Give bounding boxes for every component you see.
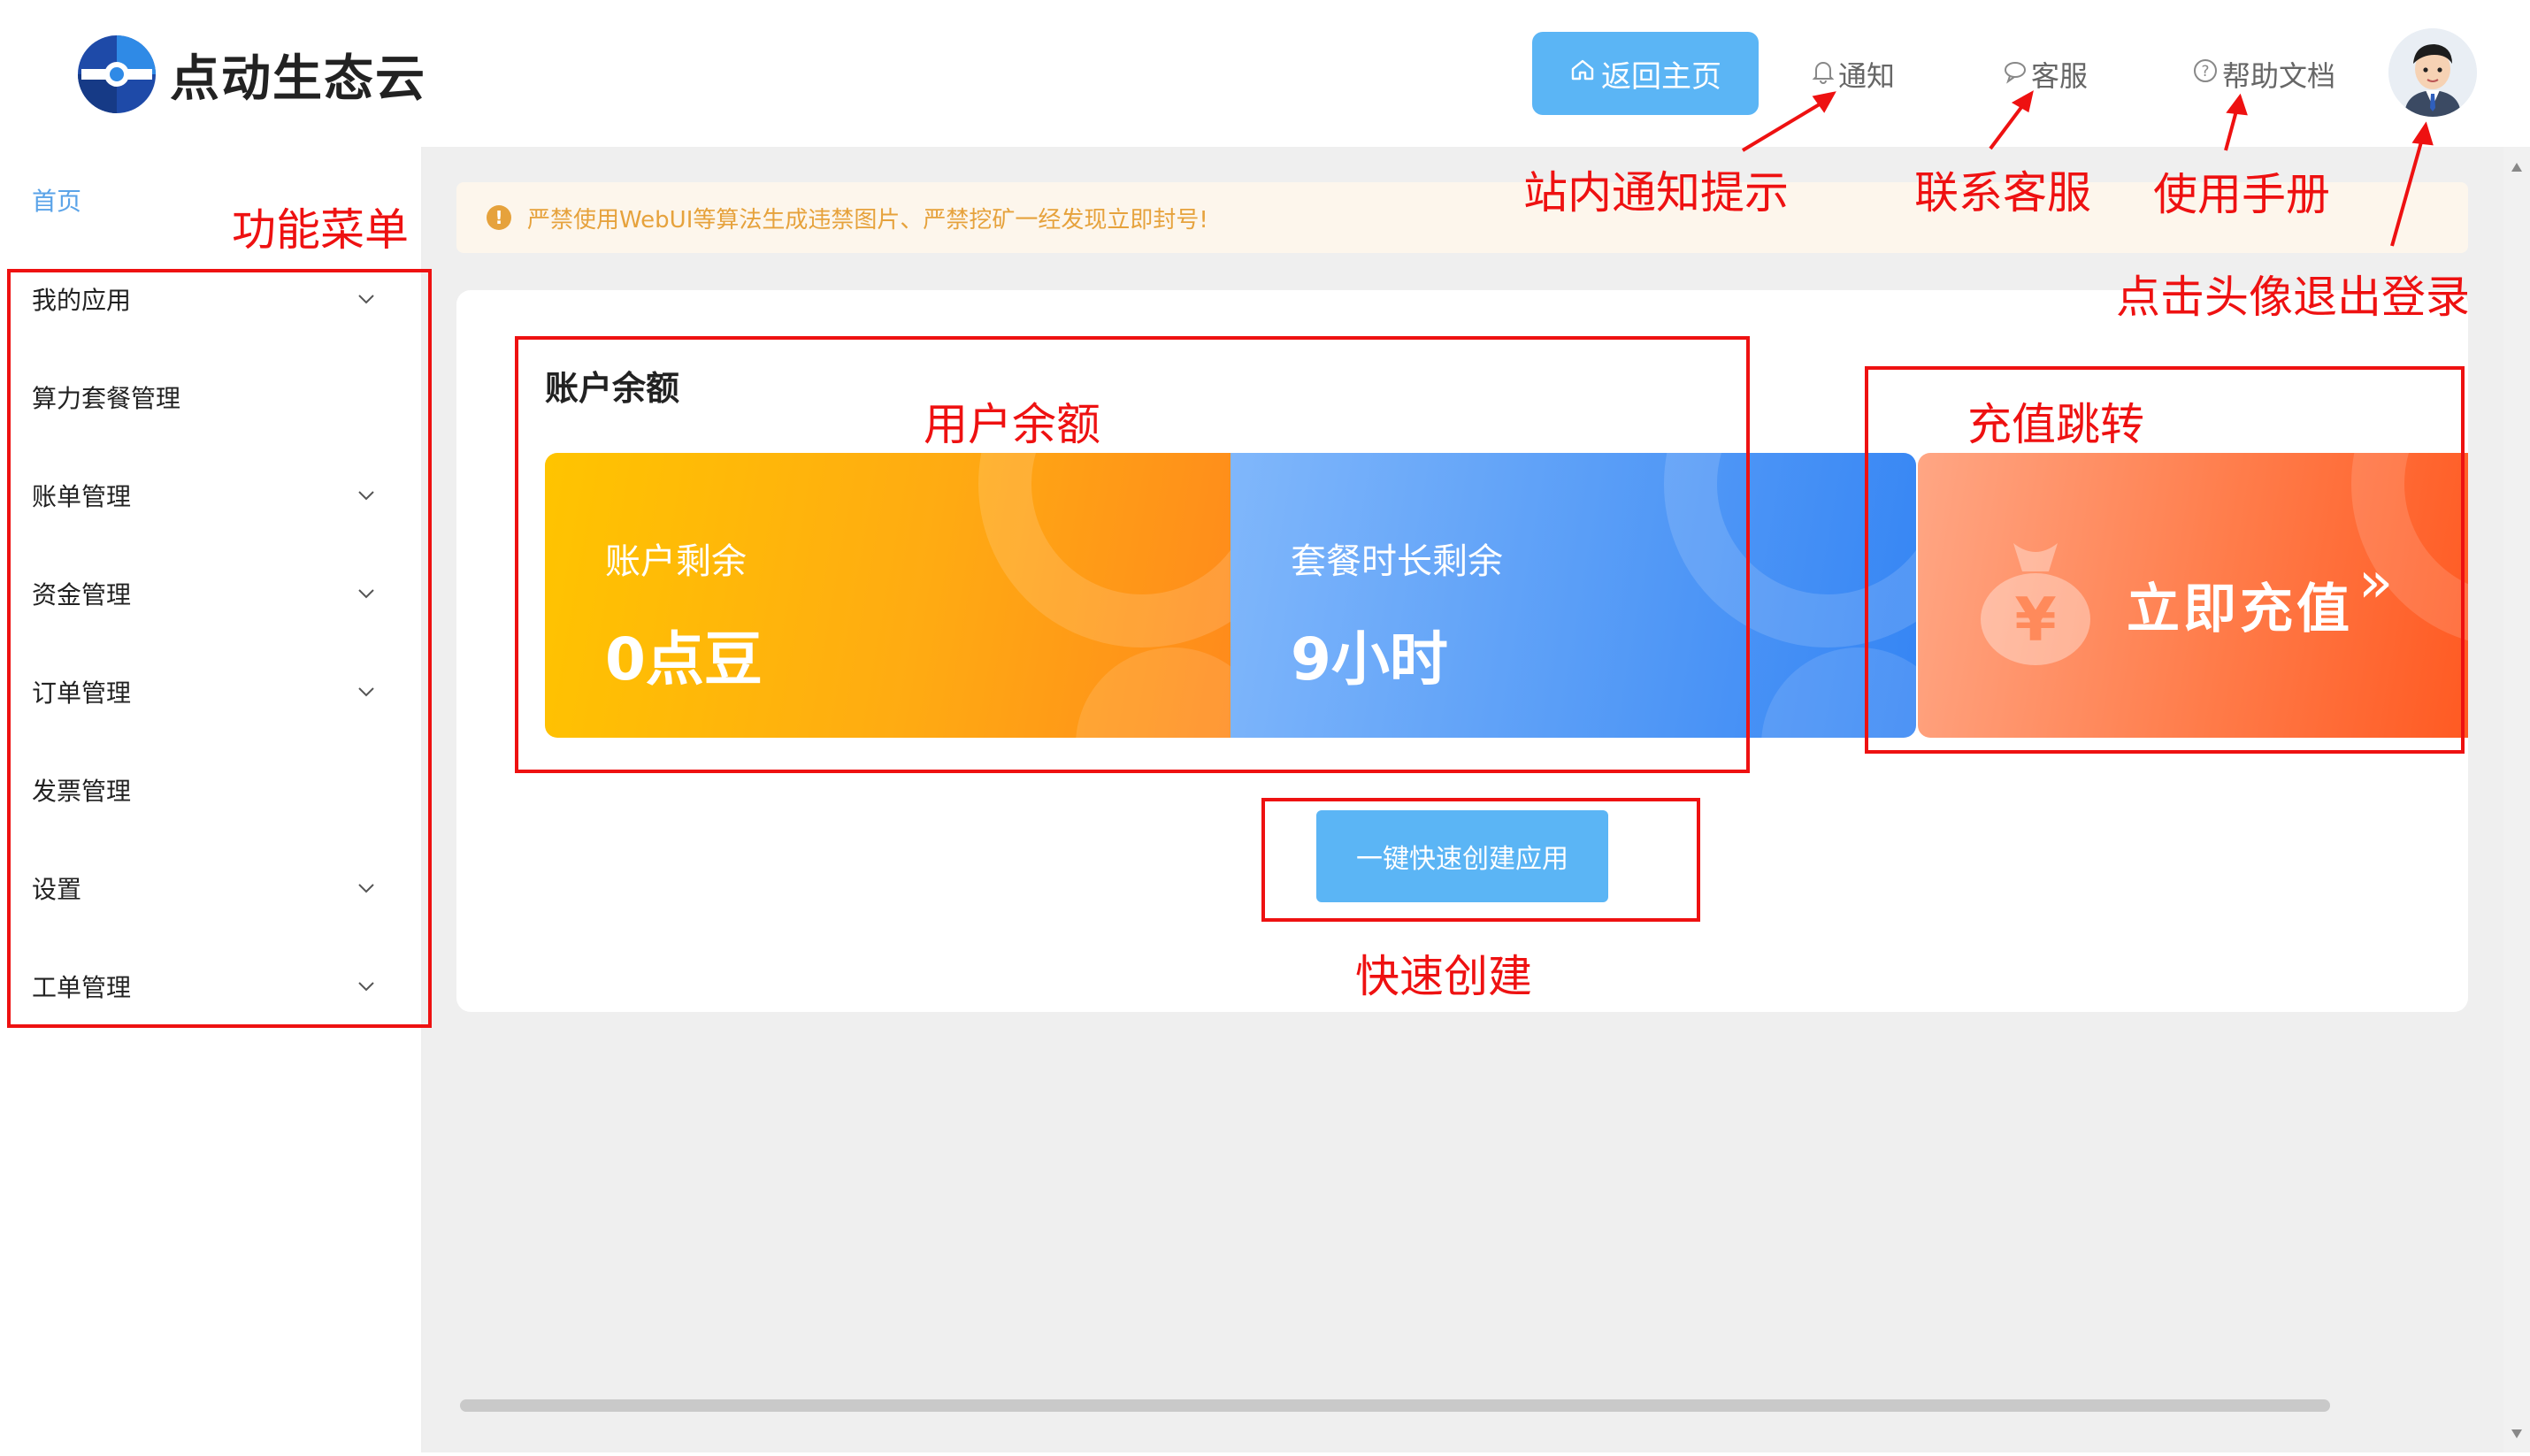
arrow-head [2011, 90, 2034, 113]
arrow-head [2226, 93, 2248, 116]
arrow-notify [1741, 96, 1833, 152]
arrow-logout [2390, 132, 2426, 247]
arrow-head [2411, 121, 2434, 146]
annotation-arrows [1741, 90, 2434, 247]
